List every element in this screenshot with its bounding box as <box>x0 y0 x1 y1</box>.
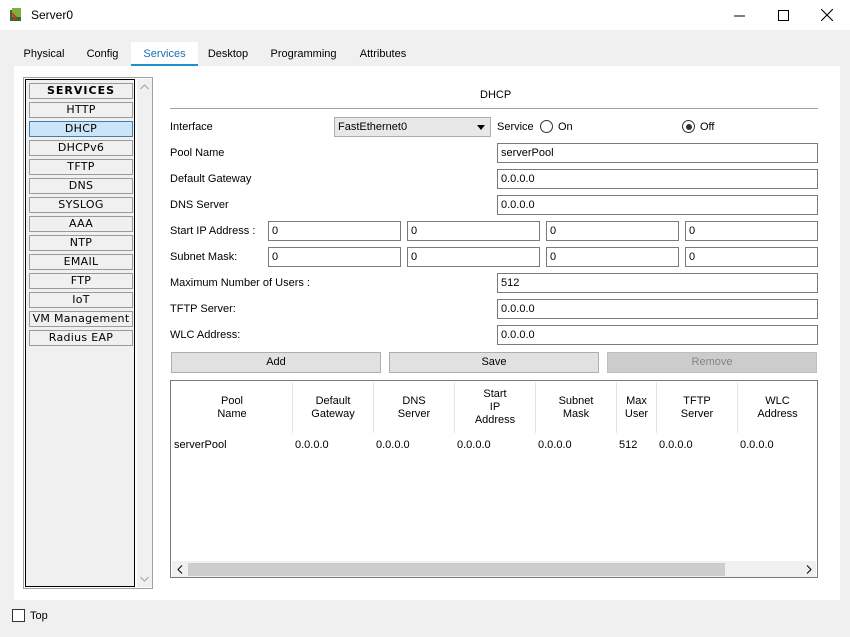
scroll-left-icon[interactable] <box>177 565 183 574</box>
maximize-icon <box>777 9 789 21</box>
subnet-mask-label: Subnet Mask: <box>170 251 238 263</box>
subnet-mask-octet-2[interactable]: 0 <box>407 247 540 267</box>
services-header: SERVICES <box>29 83 133 99</box>
sidebar-item-radius-eap[interactable]: Radius EAP <box>29 330 133 346</box>
sidebar-item-tftp[interactable]: TFTP <box>29 159 133 175</box>
tab-physical[interactable]: Physical <box>14 42 74 66</box>
tab-desktop[interactable]: Desktop <box>201 42 255 66</box>
cell-dns-server: 0.0.0.0 <box>376 439 410 451</box>
close-icon <box>821 9 833 21</box>
tab-programming[interactable]: Programming <box>265 42 342 66</box>
services-list: SERVICES HTTP DHCP DHCPv6 TFTP DNS SYSLO… <box>25 79 135 587</box>
save-button[interactable]: Save <box>389 352 599 373</box>
sidebar-item-ntp[interactable]: NTP <box>29 235 133 251</box>
subnet-mask-octet-3[interactable]: 0 <box>546 247 679 267</box>
cell-tftp-server: 0.0.0.0 <box>659 439 693 451</box>
max-users-input[interactable]: 512 <box>497 273 818 293</box>
start-ip-octet-4[interactable]: 0 <box>685 221 818 241</box>
sidebar-scrollbar[interactable] <box>137 79 152 587</box>
sidebar-item-dhcp[interactable]: DHCP <box>29 121 133 137</box>
cell-start-ip: 0.0.0.0 <box>457 439 491 451</box>
cell-pool-name: serverPool <box>174 439 227 451</box>
interface-select-value: FastEthernet0 <box>338 121 408 133</box>
start-ip-octet-3[interactable]: 0 <box>546 221 679 241</box>
service-off-label: Off <box>700 121 715 133</box>
scroll-down-icon[interactable] <box>140 576 149 582</box>
sidebar-item-ftp[interactable]: FTP <box>29 273 133 289</box>
dhcp-title: DHCP <box>480 89 512 101</box>
dns-server-label: DNS Server <box>170 199 229 211</box>
sidebar-item-vm-management[interactable]: VM Management <box>29 311 133 327</box>
service-off-radio[interactable] <box>682 120 695 133</box>
interface-label: Interface <box>170 121 213 133</box>
default-gateway-label: Default Gateway <box>170 173 252 185</box>
sidebar-item-aaa[interactable]: AAA <box>29 216 133 232</box>
subnet-mask-octet-4[interactable]: 0 <box>685 247 818 267</box>
title-divider <box>170 108 818 109</box>
app-icon <box>10 8 21 21</box>
sidebar-item-iot[interactable]: IoT <box>29 292 133 308</box>
pool-name-label: Pool Name <box>170 147 225 159</box>
sidebar-item-http[interactable]: HTTP <box>29 102 133 118</box>
table-horizontal-scrollbar[interactable] <box>172 561 816 577</box>
dns-server-input[interactable]: 0.0.0.0 <box>497 195 818 215</box>
start-ip-octet-1[interactable]: 0 <box>268 221 401 241</box>
title-bar[interactable]: Server0 <box>0 0 850 30</box>
tftp-server-input[interactable]: 0.0.0.0 <box>497 299 818 319</box>
wlc-address-input[interactable]: 0.0.0.0 <box>497 325 818 345</box>
service-on-radio[interactable] <box>540 120 553 133</box>
add-button[interactable]: Add <box>171 352 381 373</box>
sidebar-item-email[interactable]: EMAIL <box>29 254 133 270</box>
sidebar-item-syslog[interactable]: SYSLOG <box>29 197 133 213</box>
tab-attributes[interactable]: Attributes <box>350 42 416 66</box>
start-ip-label: Start IP Address : <box>170 225 256 237</box>
scroll-thumb[interactable] <box>188 563 725 576</box>
scroll-right-icon[interactable] <box>806 565 812 574</box>
cell-default-gateway: 0.0.0.0 <box>295 439 329 451</box>
start-ip-octet-2[interactable]: 0 <box>407 221 540 241</box>
sidebar-item-dns[interactable]: DNS <box>29 178 133 194</box>
top-label: Top <box>30 610 48 622</box>
sidebar-item-dhcpv6[interactable]: DHCPv6 <box>29 140 133 156</box>
cell-subnet-mask: 0.0.0.0 <box>538 439 572 451</box>
top-checkbox[interactable] <box>12 609 25 622</box>
tab-config[interactable]: Config <box>80 42 125 66</box>
table-row[interactable]: serverPool 0.0.0.0 0.0.0.0 0.0.0.0 0.0.0… <box>171 381 817 461</box>
remove-button[interactable]: Remove <box>607 352 817 373</box>
scroll-up-icon[interactable] <box>140 84 149 90</box>
services-sidebar: SERVICES HTTP DHCP DHCPv6 TFTP DNS SYSLO… <box>23 77 153 589</box>
interface-select[interactable]: FastEthernet0 <box>334 117 491 137</box>
chevron-down-icon <box>477 125 485 130</box>
default-gateway-input[interactable]: 0.0.0.0 <box>497 169 818 189</box>
cell-max-user: 512 <box>619 439 638 451</box>
subnet-mask-octet-1[interactable]: 0 <box>268 247 401 267</box>
minimize-icon <box>733 15 745 16</box>
maximize-button[interactable] <box>760 0 806 30</box>
pool-name-input[interactable]: serverPool <box>497 143 818 163</box>
wlc-address-label: WLC Address: <box>170 329 241 341</box>
tab-services[interactable]: Services <box>131 42 198 67</box>
max-users-label: Maximum Number of Users : <box>170 277 310 289</box>
close-button[interactable] <box>804 0 850 30</box>
service-label: Service <box>497 121 534 133</box>
minimize-button[interactable] <box>716 0 762 30</box>
window-title: Server0 <box>31 8 74 22</box>
tftp-server-label: TFTP Server: <box>170 303 236 315</box>
service-on-label: On <box>558 121 573 133</box>
cell-wlc-address: 0.0.0.0 <box>740 439 774 451</box>
status-bar: Top <box>0 600 850 637</box>
pools-table: Pool Name Default Gateway DNS Server Sta… <box>170 380 818 578</box>
